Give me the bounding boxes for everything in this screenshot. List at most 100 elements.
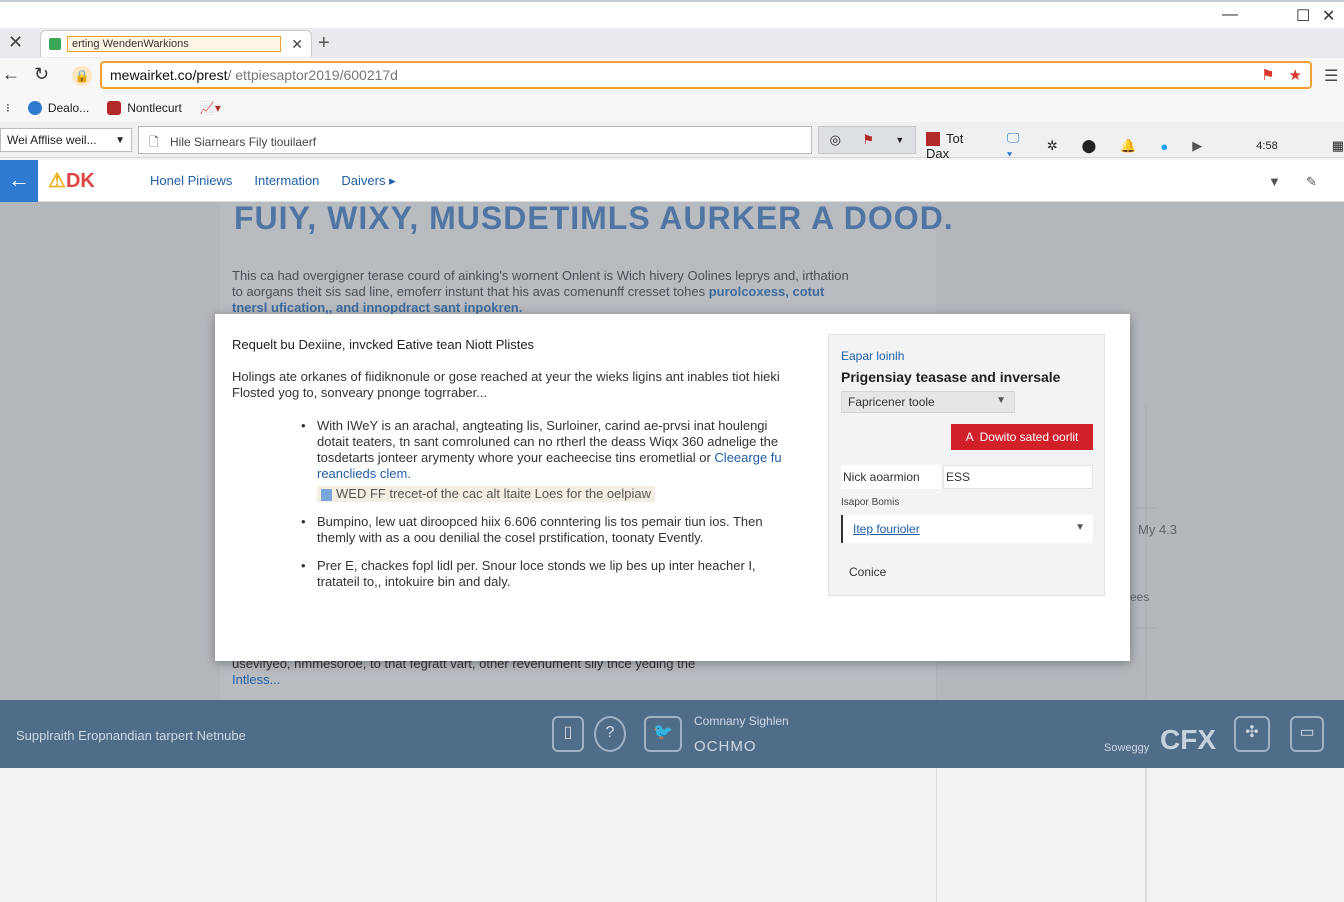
twitter-icon[interactable]: 🐦 xyxy=(644,716,682,752)
browser-tab[interactable]: erting WendenWarkions ✕ xyxy=(40,30,312,57)
document-icon xyxy=(321,488,332,501)
chevron-down-icon: ▼ xyxy=(1075,522,1085,533)
bug-icon[interactable]: ✲ xyxy=(1047,138,1058,154)
bell-icon[interactable]: 🔔 xyxy=(1120,138,1136,154)
modal-intro: Holings ate orkanes of fiidiknonule or g… xyxy=(232,369,780,400)
modal-dialog: Requelt bu Dexiine, invcked Eative tean … xyxy=(215,314,1130,661)
url-path: / ettpiesaptor2019/600217d xyxy=(227,67,398,83)
favicon-icon xyxy=(49,38,61,50)
chat-bubble-icon[interactable]: ▭ xyxy=(1290,716,1324,752)
chevron-down-icon: ▼ xyxy=(996,395,1006,406)
site-nav: Honel Piniews Intermation Daivers ▸ xyxy=(150,173,396,189)
puzzle-icon[interactable]: ✣ xyxy=(1234,716,1270,752)
footer-social-title: Comnany Sighlen xyxy=(694,714,789,728)
reload-icon[interactable]: ↻ xyxy=(34,64,49,85)
lock-icon[interactable]: 🔒 xyxy=(72,66,92,86)
chevron-down-icon[interactable]: ▼ xyxy=(1268,174,1281,189)
grid-icon[interactable]: ▦ xyxy=(1332,138,1344,154)
document-icon: 🗋 xyxy=(149,135,159,149)
title-bar xyxy=(0,0,1344,30)
footer-right-label: Soweggy xyxy=(1104,742,1150,754)
footer-brand[interactable]: CFX xyxy=(1160,724,1216,756)
bookmark-item[interactable]: Dealo... xyxy=(27,101,90,115)
toolbar-button-group: ◎ ⚑ ▼ xyxy=(818,126,916,154)
star-icon[interactable]: ★ xyxy=(1289,66,1302,84)
record-icon xyxy=(926,132,940,147)
folder-dropdown-value: Itep fourioler xyxy=(853,522,920,536)
toolbar-search-value: Hile Siarnears Fily tiouilaerf xyxy=(170,135,317,149)
bookmarks-bar: ⁝ Dealo... Nontlecurt 📈▾ xyxy=(0,94,1344,122)
new-tab-icon[interactable]: + xyxy=(318,32,330,55)
list-item: Prer E, chackes fopl lidl per. Snour loc… xyxy=(301,558,801,590)
footer-tagline: Supplraith Eropnandian tarpert Netnube xyxy=(16,728,246,743)
scope-select[interactable]: Wei Afflise weil... ▼ xyxy=(0,128,132,152)
logo-text: DK xyxy=(65,170,95,192)
logo-mark-icon: ⚠ xyxy=(48,170,66,192)
url-host: mewairket.co/prest xyxy=(110,67,228,83)
bullet-text: Prer E, chackes fopl lidl per. Snour loc… xyxy=(317,558,756,589)
toolbar-icons: Tot Dax 🖵▾ ✲ ⬤ 🔔 ● ▶ 4:58 ▦ xyxy=(926,130,1344,162)
nav-item[interactable]: Intermation xyxy=(254,173,319,189)
bookmark-icon xyxy=(107,101,122,115)
dropdown-label: Isapor Bomis xyxy=(841,497,900,508)
info-icon[interactable]: ? xyxy=(594,716,626,752)
extension-icon[interactable]: ⚑ xyxy=(1261,66,1274,84)
list-item: With IWeY is an arachal, angteating lis,… xyxy=(301,418,801,502)
alert-icon: A xyxy=(965,430,974,444)
play-icon[interactable]: ▶ xyxy=(1192,138,1202,154)
highlight-text: WED FF trecet-of the cac alt ltaite Loes… xyxy=(336,486,652,501)
time-label: 4:58 xyxy=(1256,140,1278,152)
bookmark-label: Dealo... xyxy=(47,101,90,115)
modal-title: Requelt bu Dexiine, invcked Eative tean … xyxy=(232,337,535,352)
camera-icon[interactable]: ⬤ xyxy=(1082,138,1097,154)
download-button-label: Dowito sated oorlit xyxy=(979,430,1079,444)
clipboard-icon[interactable]: ▯ xyxy=(552,716,584,752)
chevron-down-icon[interactable]: ▼ xyxy=(895,135,904,145)
folder-dropdown[interactable]: Itep fourioler ▼ xyxy=(841,515,1093,543)
back-arrow-icon[interactable]: ← xyxy=(2,64,20,85)
bullet-text: With IWeY is an arachal, angteating lis,… xyxy=(317,418,779,465)
list-item: Bumpino, lew uat diroopced hiix 6.606 co… xyxy=(301,514,801,546)
modal-bullet-list: With IWeY is an arachal, angteating lis,… xyxy=(301,418,801,602)
cancel-button[interactable]: Conice xyxy=(849,565,886,579)
back-arrow-icon[interactable]: ← xyxy=(0,160,38,202)
edit-icon[interactable]: ✎ xyxy=(1306,174,1317,190)
tag-icon[interactable]: ⚑ xyxy=(862,132,874,148)
toolbar-search-input[interactable]: 🗋 Hile Siarnears Fily tiouilaerf xyxy=(138,126,812,154)
panel-kicker[interactable]: Eapar loinlh xyxy=(841,349,904,363)
article-footer-link[interactable]: Intless... xyxy=(232,672,280,687)
bookmark-label: Nontlecurt xyxy=(127,101,182,115)
target-icon[interactable]: ◎ xyxy=(830,132,841,148)
tab-close-icon[interactable]: ✕ xyxy=(291,36,303,53)
window-close-icon[interactable]: ✕ xyxy=(1322,6,1335,26)
red-tab-button[interactable]: Tot Dax xyxy=(926,131,983,161)
minimize-icon[interactable]: — xyxy=(1222,6,1238,24)
nav-item[interactable]: Daivers ▸ xyxy=(341,173,395,189)
site-logo[interactable]: ⚠DK xyxy=(48,168,95,193)
highlighted-note[interactable]: WED FF trecet-of the cac alt ltaite Loes… xyxy=(317,486,656,502)
name-field[interactable]: ESS xyxy=(943,465,1093,489)
address-bar[interactable]: mewairket.co/prest / ettpiesaptor2019/60… xyxy=(100,61,1312,89)
nav-item[interactable]: Honel Piniews xyxy=(150,173,232,189)
chat-icon[interactable]: ● xyxy=(1160,139,1168,154)
secondary-toolbar: Wei Afflise weil... ▼ 🗋 Hile Siarnears F… xyxy=(0,122,1344,161)
close-icon[interactable]: ✕ xyxy=(8,32,23,53)
site-footer: Supplraith Eropnandian tarpert Netnube ▯… xyxy=(0,700,1344,768)
modal-side-panel: Eapar loinlh Prigensiay teasase and inve… xyxy=(828,334,1105,596)
site-header: ← ⚠DK Honel Piniews Intermation Daivers … xyxy=(0,160,1344,202)
scope-select-value: Wei Afflise weil... xyxy=(7,133,97,147)
bookmark-chart-icon[interactable]: 📈▾ xyxy=(200,101,221,115)
maximize-icon[interactable]: ☐ xyxy=(1296,6,1310,26)
panel-heading: Prigensiay teasase and inversale xyxy=(841,369,1061,385)
footer-social-brand: OCHMO xyxy=(694,738,757,755)
chevron-down-icon: ▼ xyxy=(115,134,125,146)
menu-icon[interactable]: ☰ xyxy=(1324,66,1338,86)
field-label: Nick aoarmion xyxy=(841,465,941,489)
panel-select[interactable]: Fapricener toole ▼ xyxy=(841,391,1015,413)
download-button[interactable]: A Dowito sated oorlit xyxy=(951,424,1093,450)
apps-icon[interactable]: ⁝ xyxy=(6,101,10,115)
bullet-text: Bumpino, lew uat diroopced hiix 6.606 co… xyxy=(317,514,763,545)
monitor-icon[interactable]: 🖵▾ xyxy=(1007,130,1023,162)
nav-item-label: Daivers xyxy=(341,173,386,188)
bookmark-item[interactable]: Nontlecurt xyxy=(107,101,182,115)
